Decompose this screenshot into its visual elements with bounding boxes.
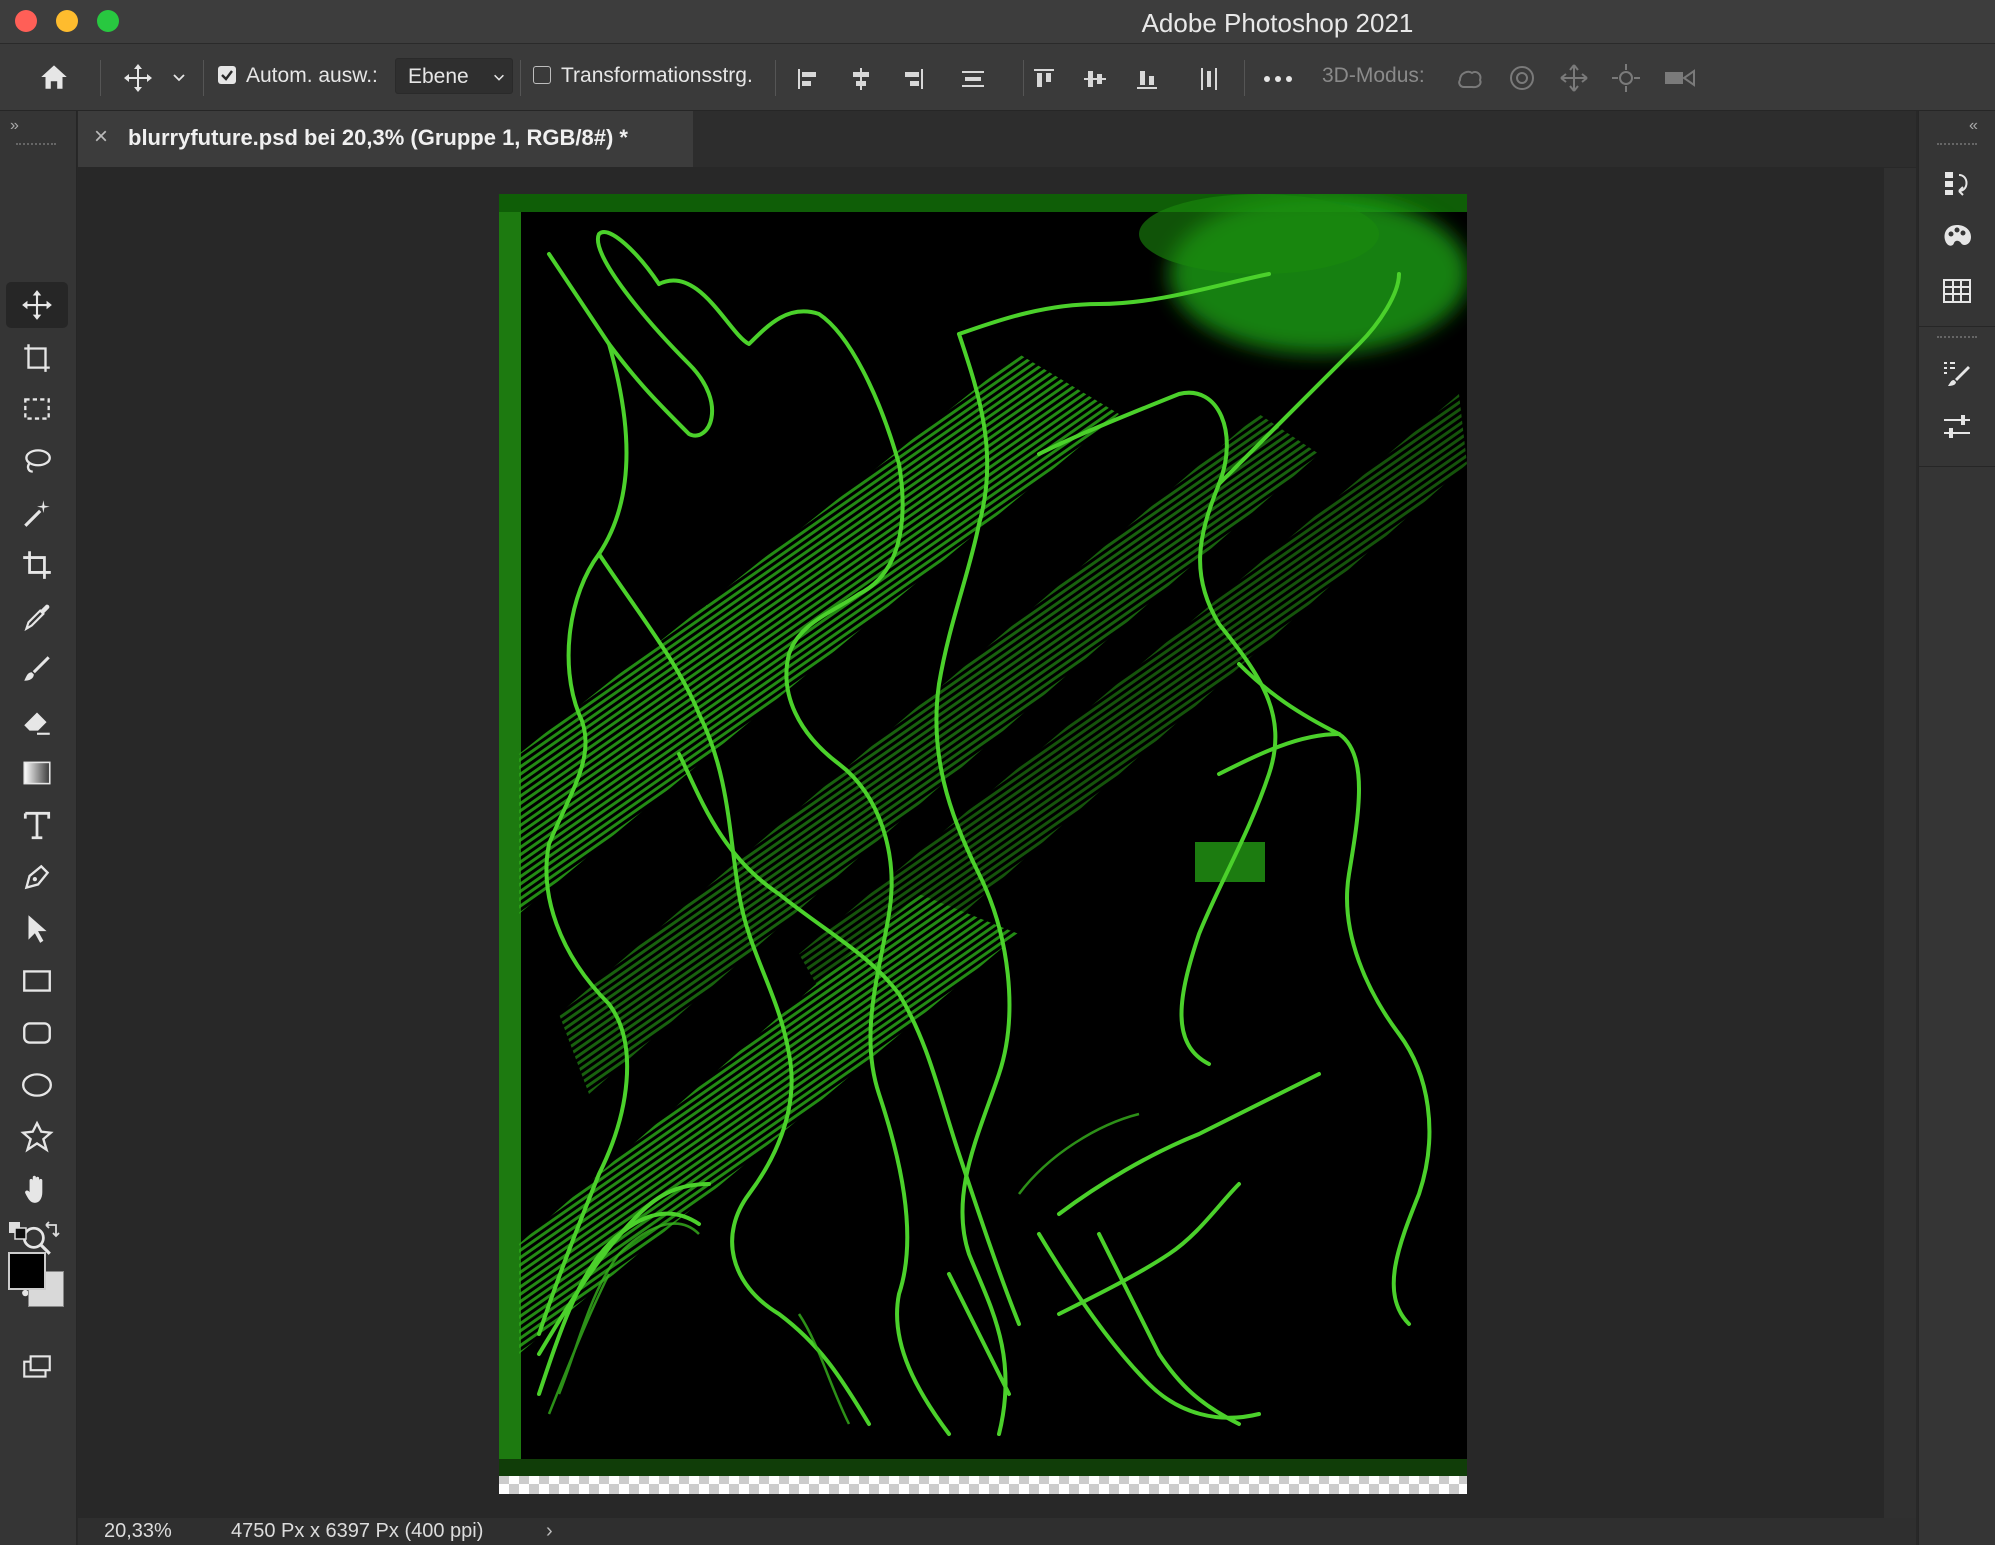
rectangular-marquee-icon[interactable] [6, 386, 68, 432]
path-selection-icon[interactable] [6, 906, 68, 952]
document-tab[interactable]: × blurryfuture.psd bei 20,3% (Gruppe 1, … [78, 111, 693, 167]
tools-panel: » [0, 111, 77, 1545]
video-camera-3d-icon[interactable] [1660, 60, 1700, 96]
status-bar: 20,33% 4750 Px x 6397 Px (400 ppi) › [78, 1518, 1916, 1545]
home-icon[interactable] [30, 56, 78, 98]
move-tool-preset-icon[interactable] [118, 58, 158, 98]
align-right-edges-icon[interactable] [896, 62, 930, 96]
title-bar: Adobe Photoshop 2021 [0, 0, 1995, 44]
slide-3d-icon[interactable] [1608, 60, 1644, 96]
lasso-icon[interactable] [6, 438, 68, 484]
pan-3d-icon[interactable] [1556, 60, 1592, 96]
move-tool-icon[interactable] [6, 282, 68, 328]
roll-3d-icon[interactable] [1504, 60, 1540, 96]
auto-select-target-dropdown[interactable]: Ebene [395, 58, 513, 94]
expand-panel-icon[interactable]: » [10, 117, 19, 135]
custom-shape-icon[interactable] [6, 1114, 68, 1160]
auto-select-checkbox[interactable] [218, 66, 236, 84]
vertical-scrollbar[interactable] [1884, 168, 1916, 1518]
right-panel-dock: « [1918, 111, 1995, 1545]
eraser-icon[interactable] [6, 698, 68, 744]
pen-icon[interactable] [6, 854, 68, 900]
align-bottom-edges-icon[interactable] [1130, 62, 1164, 96]
eyedropper-icon[interactable] [6, 594, 68, 640]
more-options-icon[interactable] [1258, 62, 1298, 96]
artboard-tool-icon[interactable] [6, 334, 68, 380]
rounded-rectangle-icon[interactable] [6, 1010, 68, 1056]
document-canvas[interactable] [499, 194, 1467, 1494]
auto-select-target-value: Ebene [408, 65, 469, 88]
transform-controls-label: Transformationsstrg. [561, 64, 753, 87]
chevron-down-icon [494, 74, 504, 81]
document-tab-title: blurryfuture.psd bei 20,3% (Gruppe 1, RG… [128, 125, 628, 150]
foreground-color-swatch[interactable] [8, 1252, 46, 1290]
status-info-menu-icon[interactable]: › [546, 1520, 553, 1543]
artwork-image [499, 194, 1467, 1494]
rectangle-icon[interactable] [6, 958, 68, 1004]
history-panel-icon[interactable] [1935, 161, 1979, 205]
brush-icon[interactable] [6, 646, 68, 692]
magic-wand-icon[interactable] [6, 490, 68, 536]
transform-controls-checkbox[interactable] [533, 66, 551, 84]
type-icon[interactable] [6, 802, 68, 848]
align-vertical-centers-icon[interactable] [1078, 62, 1112, 96]
default-colors-icon[interactable] [8, 1221, 28, 1241]
3d-mode-label: 3D-Modus: [1322, 64, 1425, 87]
gradient-icon[interactable] [6, 750, 68, 796]
distribute-horizontal-icon[interactable] [1192, 62, 1226, 96]
screen-mode-icon[interactable] [6, 1344, 68, 1390]
chevron-down-icon[interactable] [168, 66, 190, 88]
zoom-level[interactable]: 20,33% [104, 1520, 172, 1543]
distribute-vertical-icon[interactable] [956, 62, 990, 96]
ellipse-icon[interactable] [6, 1062, 68, 1108]
orbit-3d-icon[interactable] [1452, 60, 1488, 96]
align-top-edges-icon[interactable] [1027, 62, 1061, 96]
collapse-panel-icon[interactable]: « [1969, 117, 1978, 135]
document-tab-bar: × blurryfuture.psd bei 20,3% (Gruppe 1, … [78, 111, 1916, 167]
adjustments-sliders-icon[interactable] [1935, 405, 1979, 449]
close-icon[interactable]: × [94, 123, 108, 151]
auto-select-label: Autom. ausw.: [246, 64, 378, 87]
hand-icon[interactable] [6, 1166, 68, 1212]
swap-colors-icon[interactable] [42, 1221, 62, 1241]
options-bar: Autom. ausw.: Ebene Transformationsstrg.… [0, 44, 1995, 111]
app-title: Adobe Photoshop 2021 [1141, 8, 1414, 38]
crop-icon[interactable] [6, 542, 68, 588]
align-left-edges-icon[interactable] [791, 62, 825, 96]
align-horizontal-centers-icon[interactable] [844, 62, 878, 96]
color-palette-icon[interactable] [1935, 215, 1979, 259]
document-dimensions: 4750 Px x 6397 Px (400 ppi) [231, 1520, 484, 1542]
swatches-grid-icon[interactable] [1935, 269, 1979, 313]
brush-settings-icon[interactable] [1935, 351, 1979, 395]
